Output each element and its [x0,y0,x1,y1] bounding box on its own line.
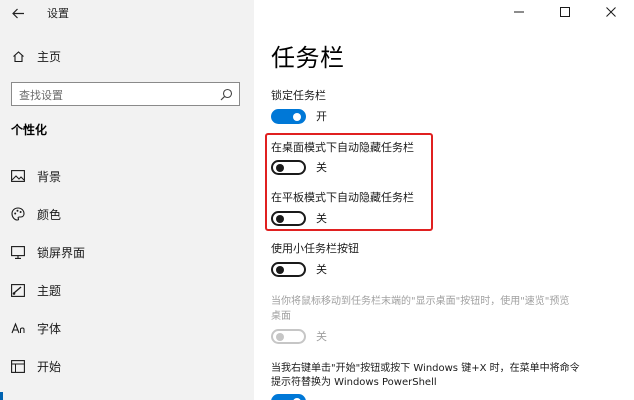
lock-screen-icon [11,245,25,259]
font-icon [11,321,25,335]
search-icon [220,88,233,101]
image-icon [11,169,25,183]
back-arrow-icon [11,8,24,18]
section-header: 个性化 [11,123,48,137]
nav-home-label: 主页 [37,49,62,64]
nav-item-label: 主题 [37,283,62,298]
setting-lock-taskbar: 开 [271,108,327,124]
search-input[interactable]: 查找设置 [11,82,240,106]
toggle-switch [271,328,306,344]
toggle-knob [276,265,284,274]
maximize-icon [560,7,570,17]
toggle-switch[interactable] [271,108,306,124]
nav-item-label: 颜色 [37,207,62,222]
toggle-switch[interactable] [271,393,306,400]
toggle-knob [276,332,284,341]
setting-powershell-label-line1: 当我右键单击"开始"按钮或按下 Windows 键+X 时，在菜单中将命令 [271,363,580,374]
minimize-button[interactable] [496,0,542,24]
nav-pane: 设置 主页 查找设置 个性化 背景 颜色 锁屏界面 主题 字体 开始 [0,0,254,400]
nav-item-label: 背景 [37,169,62,184]
title-bar: 设置 [0,0,254,26]
setting-peek-label-line2: 桌面 [271,311,291,322]
close-button[interactable] [588,0,634,24]
nav-item-colors[interactable]: 颜色 [0,198,254,230]
nav-item-fonts[interactable]: 字体 [0,312,254,344]
start-icon [11,359,25,373]
page-title: 任务栏 [271,44,345,72]
settings-window: 设置 主页 查找设置 个性化 背景 颜色 锁屏界面 主题 字体 开始 任务栏 锁… [0,0,634,400]
close-icon [606,7,616,17]
home-icon [11,49,25,63]
theme-icon [11,283,25,297]
nav-item-start[interactable]: 开始 [0,350,254,382]
setting-peek: 关 [271,328,327,344]
nav-item-lock-screen[interactable]: 锁屏界面 [0,236,254,268]
window-controls [496,0,634,24]
nav-item-label: 字体 [37,321,62,336]
highlight-annotation-box [265,133,433,231]
search-placeholder: 查找设置 [19,89,63,102]
nav-item-themes[interactable]: 主题 [0,274,254,306]
app-title: 设置 [47,7,69,20]
toggle-state-label: 开 [316,110,327,123]
toggle-state-label: 关 [316,330,327,343]
toggle-switch[interactable] [271,261,306,277]
setting-small-buttons-label: 使用小任务栏按钮 [271,242,359,255]
content-pane: 任务栏 锁定任务栏 开 在桌面模式下自动隐藏任务栏 关 在平板模式下自动隐藏任务… [254,0,634,400]
setting-small-buttons: 关 [271,261,327,277]
toggle-state-label: 关 [316,263,327,276]
palette-icon [11,207,25,221]
back-button[interactable] [6,2,30,24]
nav-item-label: 开始 [37,359,62,374]
nav-item-background[interactable]: 背景 [0,160,254,192]
nav-selection-indicator [0,392,3,400]
setting-powershell-label-line2: 提示符替换为 Windows PowerShell [271,377,437,388]
nav-home[interactable]: 主页 [0,40,254,72]
nav-item-label: 锁屏界面 [37,245,86,260]
toggle-knob [293,112,301,121]
setting-peek-label-line1: 当你将鼠标移动到任务栏末端的"显示桌面"按钮时，使用"速览"预览 [271,296,570,307]
maximize-button[interactable] [542,0,588,24]
setting-lock-taskbar-label: 锁定任务栏 [271,89,326,102]
minimize-icon [514,11,524,13]
setting-powershell [271,393,306,400]
